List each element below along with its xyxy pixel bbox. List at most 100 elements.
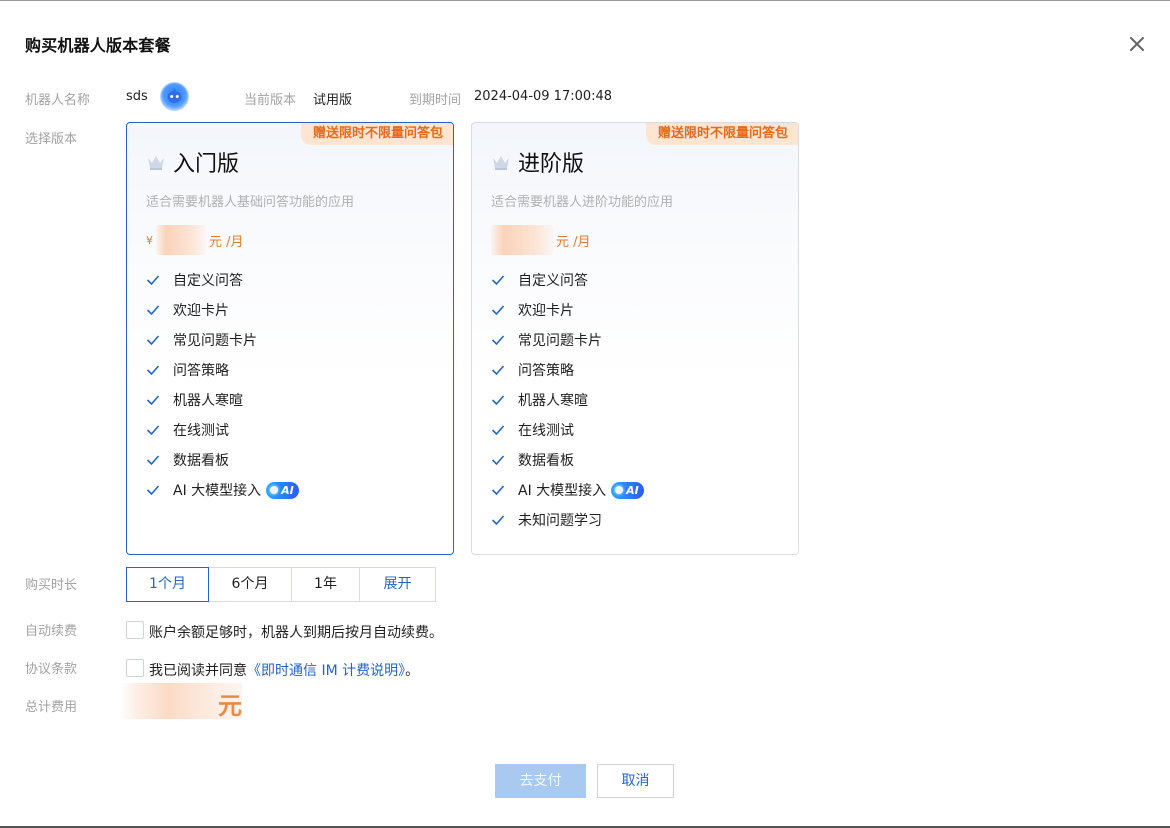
dialog-title: 购买机器人版本套餐 (25, 36, 171, 55)
plan-name: 入门版 (173, 152, 240, 177)
expire-time-value: 2024-04-09 17:00:48 (474, 89, 613, 104)
price-blurred (156, 225, 206, 255)
agreement-label: 协议条款 (25, 662, 78, 677)
pay-button[interactable]: 去支付 (495, 764, 586, 798)
list-item: 常见问题卡片 (491, 325, 644, 355)
currency-symbol: ¥ (146, 233, 153, 247)
check-icon (146, 455, 160, 466)
ai-badge-label: AI (281, 483, 294, 497)
ai-badge-label: AI (626, 483, 639, 497)
duration-expand-button[interactable]: 展开 (359, 567, 436, 602)
feature-label: 自定义问答 (518, 273, 588, 289)
duration-option-1-month[interactable]: 1个月 (126, 567, 209, 602)
check-icon (146, 305, 160, 316)
robot-avatar (160, 82, 189, 111)
list-item: 在线测试 (146, 415, 299, 445)
duration-selector: 1个月 6个月 1年 展开 (126, 567, 436, 602)
feature-label: 数据看板 (173, 453, 229, 469)
list-item: 自定义问答 (491, 265, 644, 295)
check-icon (491, 425, 505, 436)
agreement-prefix: 我已阅读并同意 (149, 663, 247, 679)
feature-label: AI 大模型接入 (173, 483, 262, 499)
plan-desc: 适合需要机器人基础问答功能的应用 (146, 195, 355, 210)
check-icon (491, 515, 505, 526)
duration-label: 购买时长 (25, 578, 78, 593)
expire-time-label: 到期时间 (409, 93, 462, 108)
feature-label: 常见问题卡片 (518, 333, 602, 349)
check-icon (491, 335, 505, 346)
agreement-suffix: 。 (405, 663, 420, 679)
list-item: 机器人寒暄 (146, 385, 299, 415)
feature-label: 常见问题卡片 (173, 333, 257, 349)
check-icon (146, 395, 160, 406)
current-version-value: 试用版 (313, 93, 353, 108)
check-icon (146, 485, 160, 496)
list-item: 欢迎卡片 (491, 295, 644, 325)
duration-option-1-year[interactable]: 1年 (291, 567, 360, 602)
list-item: 欢迎卡片 (146, 295, 299, 325)
list-item: 问答策略 (146, 355, 299, 385)
check-icon (491, 395, 505, 406)
plan-card-advanced[interactable]: 赠送限时不限量问答包 进阶版 适合需要机器人进阶功能的应用 元 /月 自定义问答… (471, 122, 799, 555)
feature-list: 自定义问答 欢迎卡片 常见问题卡片 问答策略 机器人寒暄 在线测试 数据看板 A… (491, 265, 644, 535)
ai-badge: AI (266, 481, 299, 499)
window-top-border (0, 0, 1170, 1)
feature-label: 在线测试 (173, 423, 229, 439)
plan-price: ¥ 元 /月 (146, 225, 244, 255)
feature-label: 数据看板 (518, 453, 574, 469)
list-item: 自定义问答 (146, 265, 299, 295)
check-icon (146, 335, 160, 346)
plan-desc: 适合需要机器人进阶功能的应用 (491, 195, 674, 210)
check-icon (146, 275, 160, 286)
list-item: AI 大模型接入 AI (491, 475, 644, 505)
plan-promo-tag: 赠送限时不限量问答包 (300, 123, 453, 145)
auto-renew-text: 账户余额足够时，机器人到期后按月自动续费。 (149, 625, 443, 641)
crown-icon (148, 156, 164, 170)
plan-price: 元 /月 (491, 225, 591, 255)
total-amount-blurred: 元 (120, 683, 242, 720)
price-unit: 元 /月 (556, 234, 591, 250)
check-icon (491, 305, 505, 316)
list-item: 机器人寒暄 (491, 385, 644, 415)
list-item: 数据看板 (491, 445, 644, 475)
feature-label: 未知问题学习 (518, 513, 602, 529)
price-unit: 元 /月 (209, 234, 244, 250)
feature-label: 问答策略 (173, 363, 229, 379)
feature-label: 在线测试 (518, 423, 574, 439)
check-icon (146, 425, 160, 436)
crown-icon (493, 156, 509, 170)
plan-card-basic[interactable]: 赠送限时不限量问答包 入门版 适合需要机器人基础问答功能的应用 ¥ 元 /月 自… (126, 122, 454, 555)
auto-renew-checkbox[interactable] (126, 621, 144, 639)
check-icon (491, 365, 505, 376)
check-icon (491, 455, 505, 466)
check-icon (491, 485, 505, 496)
feature-label: AI 大模型接入 (518, 483, 607, 499)
feature-label: 欢迎卡片 (518, 303, 574, 319)
ai-sparkle-icon (270, 486, 279, 494)
price-blurred (491, 225, 553, 255)
select-version-label: 选择版本 (25, 132, 78, 147)
robot-name-label: 机器人名称 (25, 93, 91, 108)
check-icon (491, 275, 505, 286)
plan-promo-tag: 赠送限时不限量问答包 (645, 123, 798, 145)
list-item: 问答策略 (491, 355, 644, 385)
list-item: 未知问题学习 (491, 505, 644, 535)
total-label: 总计费用 (25, 700, 78, 715)
total-unit: 元 (218, 692, 242, 720)
list-item: 在线测试 (491, 415, 644, 445)
close-icon[interactable] (1126, 33, 1148, 55)
list-item: AI 大模型接入 AI (146, 475, 299, 505)
cancel-button[interactable]: 取消 (597, 764, 674, 798)
feature-label: 问答策略 (518, 363, 574, 379)
feature-list: 自定义问答 欢迎卡片 常见问题卡片 问答策略 机器人寒暄 在线测试 数据看板 A… (146, 265, 299, 505)
ai-badge: AI (611, 481, 644, 499)
list-item: 数据看板 (146, 445, 299, 475)
billing-doc-link[interactable]: 《即时通信 IM 计费说明》 (247, 663, 405, 679)
feature-label: 欢迎卡片 (173, 303, 229, 319)
duration-option-6-months[interactable]: 6个月 (208, 567, 292, 602)
agreement-text: 我已阅读并同意《即时通信 IM 计费说明》。 (149, 660, 419, 680)
check-icon (146, 365, 160, 376)
agreement-checkbox[interactable] (126, 659, 144, 677)
auto-renew-label: 自动续费 (25, 624, 78, 639)
robot-name-value: sds (126, 89, 148, 104)
